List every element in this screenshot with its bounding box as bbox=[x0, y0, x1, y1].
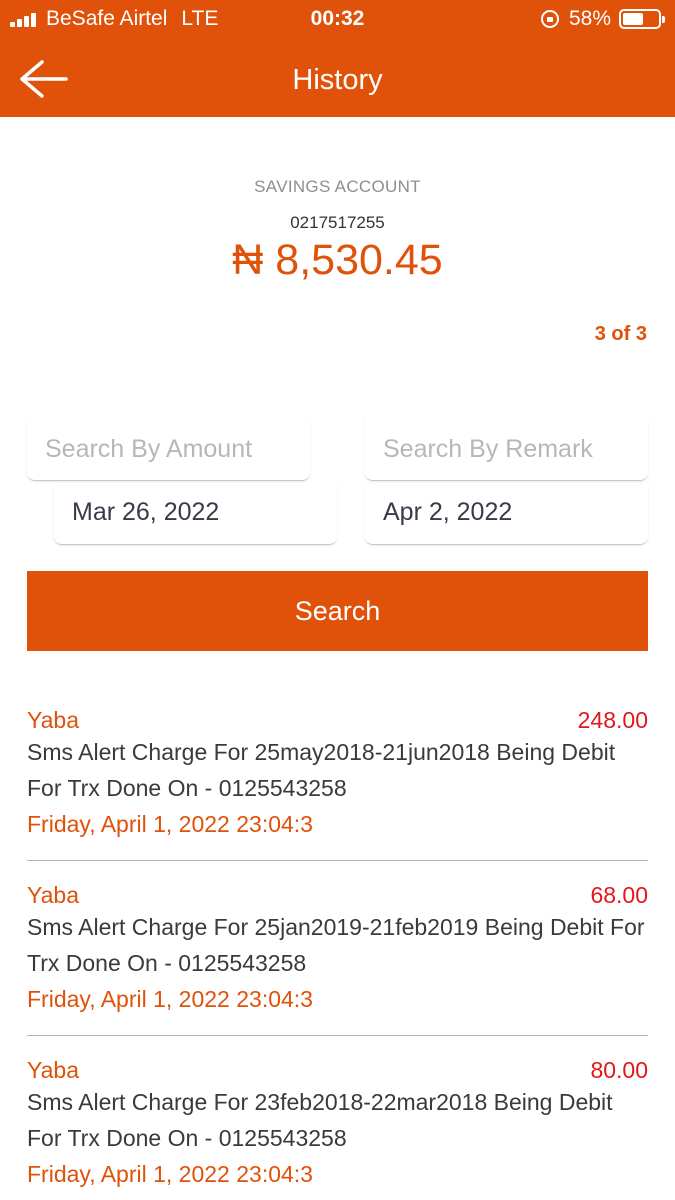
transaction-description: Sms Alert Charge For 25may2018-21jun2018… bbox=[27, 739, 616, 801]
account-balance: ₦ 8,530.45 bbox=[232, 236, 443, 284]
transaction-list: Yaba 248.00 Sms Alert Charge For 25may20… bbox=[27, 700, 648, 1200]
start-date-picker[interactable]: Mar 26, 2022 bbox=[54, 483, 337, 545]
page-indicator: 3 of 3 bbox=[594, 323, 647, 345]
nav-bar: History bbox=[0, 48, 675, 113]
transaction-date: Friday, April 1, 2022 23:04:3 bbox=[27, 1161, 313, 1187]
transaction-item[interactable]: Yaba 80.00 Sms Alert Charge For 23feb201… bbox=[27, 1050, 648, 1200]
page-title: History bbox=[292, 64, 383, 96]
transaction-amount: 68.00 bbox=[590, 882, 648, 908]
search-button[interactable]: Search bbox=[27, 571, 648, 651]
transaction-description: Sms Alert Charge For 25jan2019-21feb2019… bbox=[27, 914, 645, 976]
transaction-amount: 248.00 bbox=[577, 707, 648, 733]
transaction-amount: 80.00 bbox=[590, 1057, 648, 1083]
account-number: 0217517255 bbox=[290, 213, 385, 232]
amount-search-field bbox=[27, 419, 310, 481]
account-type: SAVINGS ACCOUNT bbox=[254, 177, 421, 196]
transaction-item[interactable]: Yaba 68.00 Sms Alert Charge For 25jan201… bbox=[27, 875, 648, 1050]
transaction-item[interactable]: Yaba 248.00 Sms Alert Charge For 25may20… bbox=[27, 700, 648, 875]
transaction-branch: Yaba bbox=[27, 707, 80, 733]
transaction-date: Friday, April 1, 2022 23:04:3 bbox=[27, 811, 313, 837]
transaction-branch: Yaba bbox=[27, 1057, 80, 1083]
battery-percent: 58% bbox=[568, 7, 611, 30]
status-right: 58% bbox=[540, 7, 665, 31]
status-bar: BeSafe Airtel LTE 00:32 58% bbox=[0, 0, 675, 40]
end-date-picker[interactable]: Apr 2, 2022 bbox=[365, 483, 648, 545]
app-header: BeSafe Airtel LTE 00:32 58% History bbox=[0, 0, 675, 117]
remark-search-field bbox=[365, 419, 648, 481]
divider bbox=[27, 859, 648, 861]
rotation-lock-icon bbox=[540, 10, 559, 28]
transaction-description: Sms Alert Charge For 23feb2018-22mar2018… bbox=[27, 1089, 613, 1151]
divider bbox=[27, 1034, 648, 1036]
battery-icon bbox=[619, 9, 665, 29]
transaction-date: Friday, April 1, 2022 23:04:3 bbox=[27, 986, 313, 1012]
amount-search-input[interactable] bbox=[27, 419, 310, 480]
remark-search-input[interactable] bbox=[365, 419, 648, 480]
transaction-branch: Yaba bbox=[27, 882, 80, 908]
